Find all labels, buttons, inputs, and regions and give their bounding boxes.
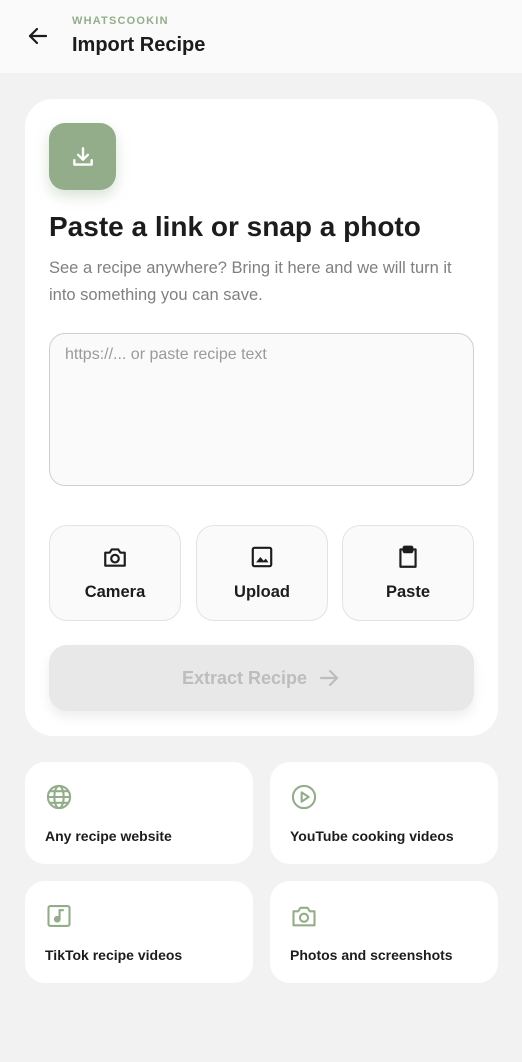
arrow-left-icon	[28, 27, 48, 45]
import-card: Paste a link or snap a photo See a recip…	[25, 99, 498, 736]
source-label-website: Any recipe website	[45, 828, 172, 844]
paste-label: Paste	[385, 583, 431, 601]
camera-label: Camera	[84, 583, 146, 601]
camera-icon	[292, 906, 316, 927]
source-card-youtube: YouTube cooking videos	[270, 762, 498, 864]
download-badge	[49, 123, 116, 190]
source-card-website: Any recipe website	[25, 762, 253, 864]
clipboard-icon	[399, 545, 417, 568]
extract-recipe-label: Extract Recipe	[181, 667, 308, 688]
source-card-tiktok: TikTok recipe videos	[25, 881, 253, 983]
camera-button[interactable]: Camera	[49, 525, 181, 621]
card-description: See a recipe anywhere? Bring it here and…	[49, 259, 452, 304]
music-note-icon	[47, 905, 71, 927]
extract-recipe-button[interactable]: Extract Recipe	[49, 645, 474, 711]
upload-button[interactable]: Upload	[196, 525, 328, 621]
page-title: Import Recipe	[72, 34, 206, 56]
image-icon	[251, 546, 273, 568]
paste-button[interactable]: Paste	[342, 525, 474, 621]
download-icon	[72, 146, 93, 166]
brand-name: WHATSCOOKIN	[72, 15, 169, 27]
back-button[interactable]	[22, 20, 54, 52]
arrow-right-icon	[319, 669, 339, 687]
globe-icon	[46, 784, 72, 810]
source-label-tiktok: TikTok recipe videos	[45, 947, 183, 963]
source-card-photos: Photos and screenshots	[270, 881, 498, 983]
source-label-youtube: YouTube cooking videos	[290, 828, 454, 844]
play-circle-icon	[291, 784, 317, 810]
recipe-link-input[interactable]	[49, 333, 474, 486]
source-label-photos: Photos and screenshots	[290, 947, 453, 963]
app-header: WHATSCOOKIN Import Recipe	[0, 0, 522, 73]
card-heading: Paste a link or snap a photo	[49, 211, 421, 242]
upload-label: Upload	[234, 583, 290, 601]
camera-icon	[104, 548, 126, 567]
